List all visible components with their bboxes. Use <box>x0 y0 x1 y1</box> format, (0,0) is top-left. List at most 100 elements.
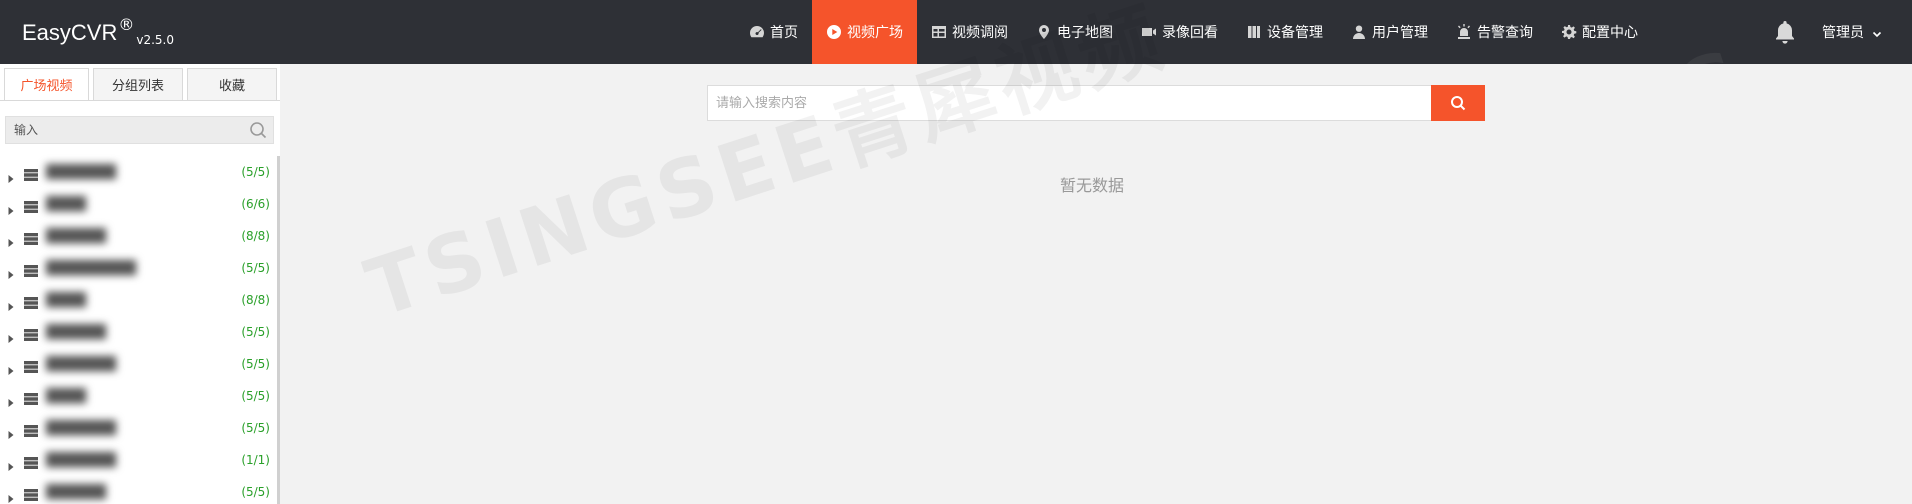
tree-node[interactable]: ██████ (5/5) <box>0 476 276 504</box>
main-search-input[interactable] <box>707 85 1431 121</box>
sidebar-scrollbar-thumb[interactable] <box>277 156 280 504</box>
tree-node-count: (5/5) <box>241 421 270 435</box>
server-icon <box>24 230 38 245</box>
tree-node-count: (5/5) <box>241 325 270 339</box>
brand-version: v2.5.0 <box>136 33 174 47</box>
main-nav: 首页 视频广场 视频调阅 电子地图 录像回看 设备管理 用户管理 告警查询 配置… <box>735 0 1652 64</box>
device-tree: ███████ (5/5) ████ (6/6) ██████ (8/8) ██… <box>0 156 276 504</box>
nav-item-playback[interactable]: 录像回看 <box>1127 0 1232 64</box>
nav-item-video-square[interactable]: 视频广场 <box>812 0 917 64</box>
tree-node[interactable]: ██████ (5/5) <box>0 316 276 348</box>
video-camera-icon <box>1142 28 1156 36</box>
top-navbar: EasyCVR ® v2.5.0 首页 视频广场 视频调阅 电子地图 录像回看 … <box>0 0 1912 64</box>
server-icon <box>24 326 38 341</box>
search-button[interactable] <box>1431 85 1485 121</box>
server-icon <box>24 262 38 277</box>
tree-node[interactable]: ███████ (1/1) <box>0 444 276 476</box>
server-icon <box>24 294 38 309</box>
chevron-down-icon <box>1872 27 1882 38</box>
nav-item-label: 电子地图 <box>1057 25 1113 41</box>
server-icon <box>24 358 38 373</box>
tree-node-label: ██████ <box>46 484 106 500</box>
tree-node-label: █████████ <box>46 260 136 276</box>
tree-node[interactable]: ███████ (5/5) <box>0 156 276 188</box>
caret-right-icon[interactable] <box>7 456 15 471</box>
tree-node-count: (5/5) <box>241 389 270 403</box>
nav-item-home[interactable]: 首页 <box>735 0 812 64</box>
brand-registered-mark: ® <box>118 15 135 34</box>
search-icon[interactable] <box>249 121 267 139</box>
caret-right-icon[interactable] <box>7 360 15 375</box>
tab-favorites[interactable]: 收藏 <box>187 68 277 100</box>
gear-icon <box>1562 25 1577 39</box>
map-pin-icon <box>1039 25 1049 39</box>
tree-node-label: ███████ <box>46 452 116 468</box>
caret-right-icon[interactable] <box>7 200 15 215</box>
server-icon <box>24 486 38 501</box>
nav-item-map[interactable]: 电子地图 <box>1022 0 1127 64</box>
tree-node[interactable]: ████ (6/6) <box>0 188 276 220</box>
user-name: 管理员 <box>1822 25 1864 41</box>
tab-group-list[interactable]: 分组列表 <box>93 68 183 100</box>
tree-node-label: ██████ <box>46 324 106 340</box>
tab-square-videos[interactable]: 广场视频 <box>4 68 89 100</box>
nav-item-label: 告警查询 <box>1477 25 1533 41</box>
tree-node-label: ████ <box>46 196 86 212</box>
brand-name: EasyCVR <box>22 20 118 45</box>
tree-node-count: (6/6) <box>241 197 270 211</box>
tree-node-label: ███████ <box>46 420 116 436</box>
caret-right-icon[interactable] <box>7 424 15 439</box>
notification-bell-icon[interactable] <box>1774 20 1796 44</box>
device-icon <box>1248 26 1260 38</box>
tree-node[interactable]: ██████ (8/8) <box>0 220 276 252</box>
server-icon <box>24 166 38 181</box>
caret-right-icon[interactable] <box>7 296 15 311</box>
caret-right-icon[interactable] <box>7 328 15 343</box>
tree-node-count: (5/5) <box>241 165 270 179</box>
nav-item-users[interactable]: 用户管理 <box>1337 0 1442 64</box>
tree-node-count: (8/8) <box>241 293 270 307</box>
user-icon <box>1353 25 1365 39</box>
tree-node-label: ████ <box>46 388 86 404</box>
nav-item-label: 设备管理 <box>1267 25 1323 41</box>
brand-logo[interactable]: EasyCVR ® v2.5.0 <box>22 15 174 48</box>
nav-item-label: 首页 <box>770 25 798 41</box>
caret-right-icon[interactable] <box>7 488 15 503</box>
caret-right-icon[interactable] <box>7 264 15 279</box>
tree-node[interactable]: ████ (5/5) <box>0 380 276 412</box>
nav-item-devices[interactable]: 设备管理 <box>1232 0 1337 64</box>
server-icon <box>24 454 38 469</box>
tree-node-count: (1/1) <box>241 453 270 467</box>
caret-right-icon[interactable] <box>7 392 15 407</box>
server-icon <box>24 422 38 437</box>
nav-item-label: 视频广场 <box>847 25 903 41</box>
search-icon <box>1451 96 1466 111</box>
tree-node-count: (5/5) <box>241 357 270 371</box>
nav-item-alarms[interactable]: 告警查询 <box>1442 0 1547 64</box>
tree-node[interactable]: ███████ (5/5) <box>0 348 276 380</box>
caret-right-icon[interactable] <box>7 232 15 247</box>
sidebar-search <box>5 116 274 144</box>
sidebar-tabs: 广场视频 分组列表 收藏 <box>0 68 280 100</box>
alarm-icon <box>1458 24 1470 39</box>
caret-right-icon[interactable] <box>7 168 15 183</box>
play-circle-icon <box>827 25 841 39</box>
main-search-bar <box>707 85 1485 121</box>
empty-state-text: 暂无数据 <box>1060 176 1125 195</box>
server-icon <box>24 198 38 213</box>
tree-node-count: (5/5) <box>241 261 270 275</box>
sidebar: 广场视频 分组列表 收藏 ███████ (5/5) ████ (6/6) ██… <box>0 64 280 504</box>
nav-item-label: 录像回看 <box>1162 25 1218 41</box>
tree-node[interactable]: ███████ (5/5) <box>0 412 276 444</box>
tree-node[interactable]: █████████ (5/5) <box>0 252 276 284</box>
nav-item-video-view[interactable]: 视频调阅 <box>917 0 1022 64</box>
tree-node[interactable]: ████ (8/8) <box>0 284 276 316</box>
nav-item-config[interactable]: 配置中心 <box>1547 0 1652 64</box>
nav-item-label: 配置中心 <box>1582 25 1638 41</box>
dashboard-icon <box>750 26 764 38</box>
tree-node-count: (8/8) <box>241 229 270 243</box>
user-menu[interactable]: 管理员 <box>1822 0 1882 64</box>
tabs-divider <box>0 100 280 101</box>
sidebar-search-input[interactable] <box>6 117 249 143</box>
tree-node-label: ████ <box>46 292 86 308</box>
